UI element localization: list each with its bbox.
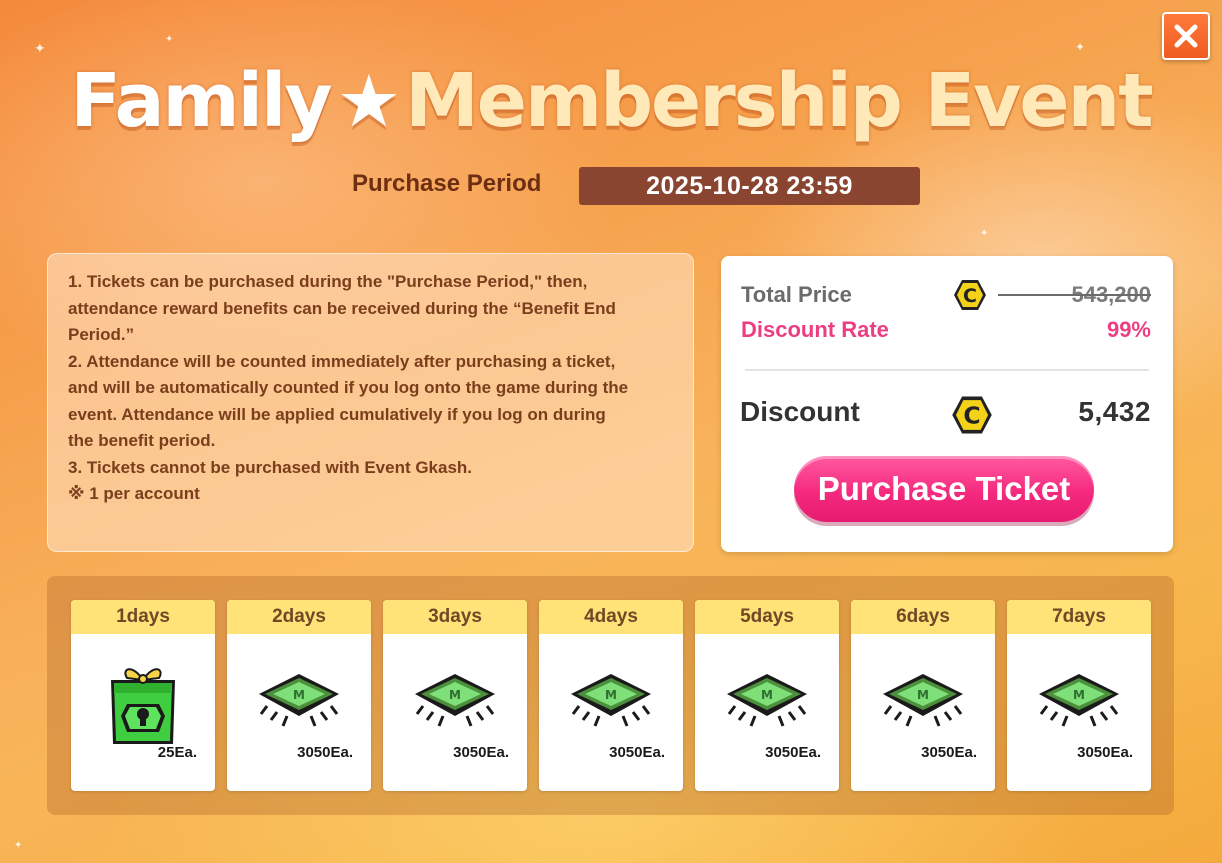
close-button[interactable] [1162,12,1210,60]
chip-icon: M [883,674,963,727]
info-line: and will be automatically counted if you… [68,378,629,397]
reward-quantity: 3050Ea. [1077,744,1133,761]
total-price-label: Total Price [741,282,852,307]
chip-icon: M [415,674,495,727]
day-label: 2days [227,600,371,634]
day-label: 1days [71,600,215,634]
svg-text:M: M [449,688,461,702]
price-panel: Total Price C 543,200 Discount Rate 99% … [721,256,1173,552]
sparkle-decoration: ✦ [34,40,46,56]
title-part-1: Family [70,58,332,144]
purchase-period-label: Purchase Period [352,170,542,197]
sparkle-decoration: ✦ [14,840,23,851]
info-line: 2. Attendance will be counted immediatel… [68,351,616,371]
reward-quantity: 3050Ea. [297,744,353,761]
reward-card-day-3: 3days M 3050Ea. [383,600,527,791]
reward-card-day-1: 1days 25Ea. [71,600,215,791]
reward-card-day-7: 7days M 3050Ea. [1007,600,1151,791]
info-line: event. Attendance will be applied cumula… [68,404,606,424]
info-line: 3. Tickets cannot be purchased with Even… [68,457,473,477]
divider [745,369,1149,371]
day-label: 7days [1007,600,1151,634]
info-line: the benefit period. [68,431,216,450]
svg-text:M: M [605,688,617,702]
discount-value: 5,432 [1078,396,1151,427]
info-line: attendance reward benefits can be receiv… [68,298,616,318]
sparkle-decoration: ✦ [1075,40,1086,54]
discount-label: Discount [740,396,860,427]
sparkle-decoration: ✦ [165,34,174,45]
purchase-period-value: 2025-10-28 23:59 [579,167,920,205]
reward-quantity: 3050Ea. [609,744,665,761]
page-title: Family★Membership Event [0,58,1222,144]
reward-card-day-2: 2days M 3050Ea. [227,600,371,791]
day-label: 6days [851,600,995,634]
day-label: 5days [695,600,839,634]
day-label: 3days [383,600,527,634]
day-label: 4days [539,600,683,634]
coin-icon: C [952,396,992,434]
strikethrough-line [998,294,1151,296]
close-icon [1174,24,1198,48]
svg-text:C: C [963,285,977,307]
discount-rate-label: Discount Rate [741,317,889,342]
svg-text:C: C [963,402,980,430]
purchase-ticket-button[interactable]: Purchase Ticket [794,456,1094,522]
chip-icon: M [259,674,339,727]
reward-quantity: 3050Ea. [765,744,821,761]
info-line: ※ 1 per account [68,484,200,503]
star-icon: ★ [336,59,402,143]
reward-card-day-5: 5days M 3050Ea. [695,600,839,791]
chip-icon: M [571,674,651,727]
rewards-panel: 1days 25Ea. 2days M 3050Ea. 3days M 3050… [47,576,1174,815]
info-line: 1. Tickets can be purchased during the "… [68,272,588,291]
chip-icon: M [1039,674,1119,727]
info-panel: 1. Tickets can be purchased during the "… [47,253,694,552]
reward-card-day-6: 6days M 3050Ea. [851,600,995,791]
coin-icon: C [954,280,986,310]
svg-text:M: M [293,688,305,702]
info-line: Period.” [68,325,135,344]
gift-box-icon [111,668,175,744]
discount-rate-value: 99% [1106,317,1151,342]
title-part-2: Membership Event [405,58,1153,144]
reward-quantity: 3050Ea. [921,744,977,761]
reward-card-day-4: 4days M 3050Ea. [539,600,683,791]
reward-quantity: 25Ea. [157,744,197,761]
svg-text:M: M [1073,688,1085,702]
sparkle-decoration: ✦ [980,228,989,239]
reward-quantity: 3050Ea. [453,744,509,761]
svg-text:M: M [917,688,929,702]
chip-icon: M [727,674,807,727]
svg-text:M: M [761,688,773,702]
